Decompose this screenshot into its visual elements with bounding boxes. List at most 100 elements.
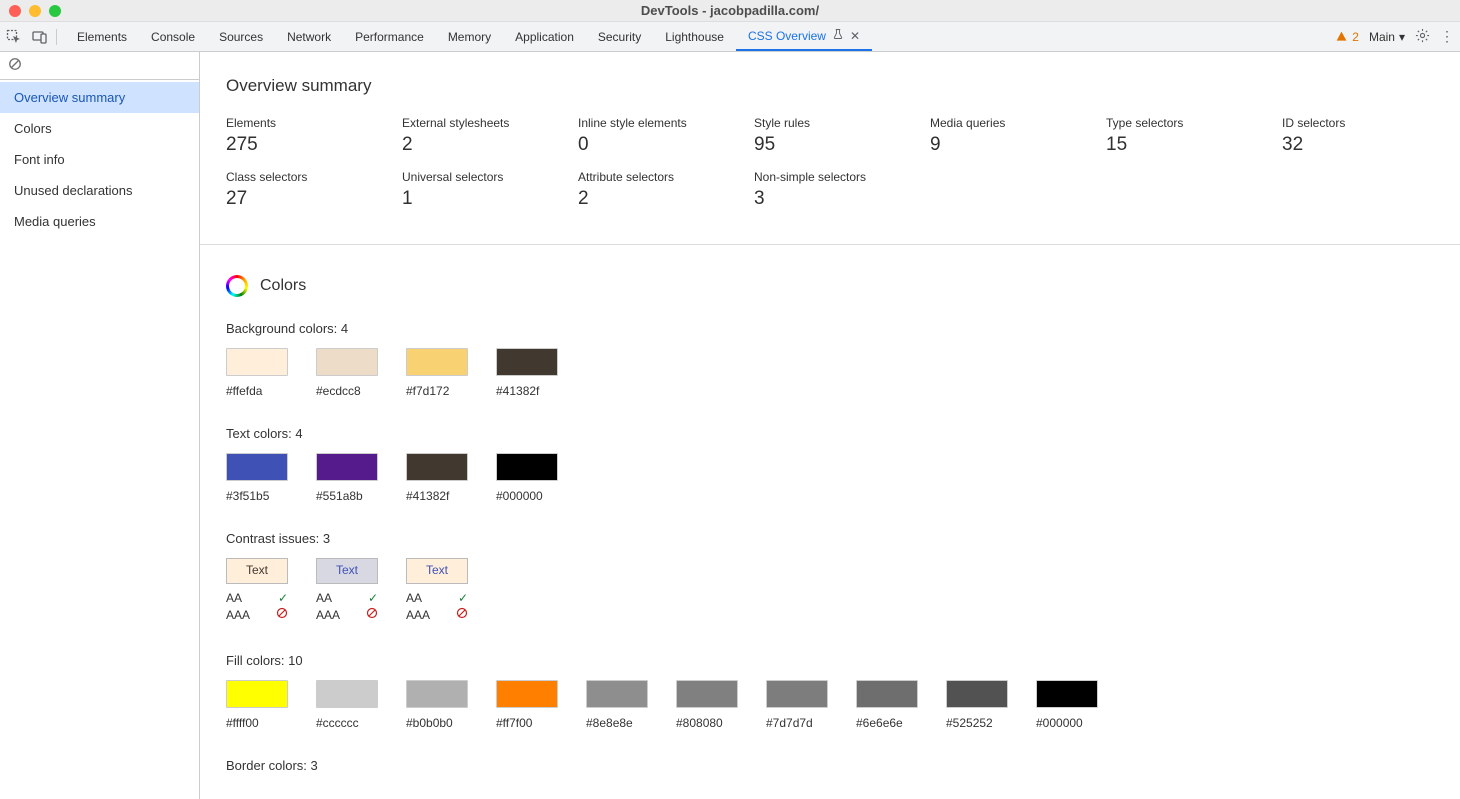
contrast-item[interactable]: TextAA✓AAA	[406, 558, 468, 625]
color-swatch	[316, 453, 378, 481]
swatch-item[interactable]: #3f51b5	[226, 453, 288, 503]
close-icon[interactable]: ✕	[850, 29, 860, 43]
color-swatch	[1036, 680, 1098, 708]
swatch-item[interactable]: #8e8e8e	[586, 680, 648, 730]
tab-memory[interactable]: Memory	[436, 22, 503, 51]
tab-css-overview[interactable]: CSS Overview ✕	[736, 22, 872, 51]
color-swatch	[226, 348, 288, 376]
color-swatch	[496, 453, 558, 481]
swatch-item[interactable]: #ecdcc8	[316, 348, 378, 398]
swatch-item[interactable]: #ffefda	[226, 348, 288, 398]
stat-value: 0	[578, 134, 730, 156]
swatch-item[interactable]: #cccccc	[316, 680, 378, 730]
swatch-item[interactable]: #000000	[496, 453, 558, 503]
swatch-item[interactable]: #f7d172	[406, 348, 468, 398]
swatch-label: #ecdcc8	[316, 384, 378, 398]
color-swatch	[316, 680, 378, 708]
color-swatch	[766, 680, 828, 708]
clear-icon[interactable]	[8, 57, 22, 74]
tab-network[interactable]: Network	[275, 22, 343, 51]
stat-cell: Media queries9	[930, 116, 1082, 156]
contrast-issues-section: Contrast issues: 3 TextAA✓AAATextAA✓AAAT…	[226, 531, 1434, 625]
section-title: Text colors: 4	[226, 426, 1434, 441]
aa-line: AA✓	[316, 590, 378, 607]
tab-application[interactable]: Application	[503, 22, 586, 51]
color-swatch	[406, 680, 468, 708]
frame-selector[interactable]: Main ▾	[1369, 30, 1405, 44]
no-entry-icon	[456, 607, 468, 624]
beaker-icon	[832, 28, 844, 43]
stat-cell: Inline style elements0	[578, 116, 730, 156]
contrast-sample: Text	[226, 558, 288, 584]
swatch-label: #6e6e6e	[856, 716, 918, 730]
tab-elements[interactable]: Elements	[65, 22, 139, 51]
stat-value: 2	[402, 134, 554, 156]
sidebar-item-media-queries[interactable]: Media queries	[0, 206, 199, 237]
swatch-item[interactable]: #41382f	[496, 348, 558, 398]
swatch-item[interactable]: #6e6e6e	[856, 680, 918, 730]
window-minimize-button[interactable]	[29, 5, 41, 17]
stat-cell: Universal selectors1	[402, 170, 554, 210]
stat-label: Class selectors	[226, 170, 378, 184]
swatch-label: #525252	[946, 716, 1008, 730]
swatch-row: #ffff00 #cccccc #b0b0b0 #ff7f00 #8e8e8e #8080…	[226, 680, 1434, 730]
color-swatch	[946, 680, 1008, 708]
swatch-item[interactable]: #41382f	[406, 453, 468, 503]
tab-console[interactable]: Console	[139, 22, 207, 51]
window-zoom-button[interactable]	[49, 5, 61, 17]
contrast-item[interactable]: TextAA✓AAA	[316, 558, 378, 625]
more-icon[interactable]: ⋮	[1440, 28, 1454, 45]
section-title: Fill colors: 10	[226, 653, 1434, 668]
tab-label: Lighthouse	[665, 30, 724, 44]
swatch-item[interactable]: #ff7f00	[496, 680, 558, 730]
devtools-toolbar: Elements Console Sources Network Perform…	[0, 22, 1460, 52]
sidebar-item-unused-declarations[interactable]: Unused declarations	[0, 175, 199, 206]
stat-cell: ID selectors32	[1282, 116, 1434, 156]
sidebar-list: Overview summary Colors Font info Unused…	[0, 80, 199, 237]
swatch-label: #808080	[676, 716, 738, 730]
stat-value: 95	[754, 134, 906, 156]
swatch-item[interactable]: #b0b0b0	[406, 680, 468, 730]
stat-label: Universal selectors	[402, 170, 554, 184]
window-close-button[interactable]	[9, 5, 21, 17]
swatch-item[interactable]: #551a8b	[316, 453, 378, 503]
sidebar-item-colors[interactable]: Colors	[0, 113, 199, 144]
aa-line: AA✓	[406, 590, 468, 607]
stat-cell: Attribute selectors2	[578, 170, 730, 210]
sidebar-item-overview-summary[interactable]: Overview summary	[0, 82, 199, 113]
color-swatch	[316, 348, 378, 376]
stat-value: 275	[226, 134, 378, 156]
tab-label: Memory	[448, 30, 491, 44]
tab-label: Sources	[219, 30, 263, 44]
sidebar-item-label: Unused declarations	[14, 183, 133, 198]
swatch-label: #000000	[496, 489, 558, 503]
contrast-item[interactable]: TextAA✓AAA	[226, 558, 288, 625]
text-colors-section: Text colors: 4 #3f51b5 #551a8b #41382f #000…	[226, 426, 1434, 503]
swatch-label: #551a8b	[316, 489, 378, 503]
contrast-sample: Text	[316, 558, 378, 584]
swatch-label: #b0b0b0	[406, 716, 468, 730]
inspect-element-icon[interactable]	[6, 29, 22, 45]
swatch-item[interactable]: #000000	[1036, 680, 1098, 730]
swatch-label: #3f51b5	[226, 489, 288, 503]
stat-label: Type selectors	[1106, 116, 1258, 130]
swatch-item[interactable]: #7d7d7d	[766, 680, 828, 730]
issues-badge[interactable]: 2	[1335, 30, 1359, 44]
tab-sources[interactable]: Sources	[207, 22, 275, 51]
swatch-item[interactable]: #808080	[676, 680, 738, 730]
tab-performance[interactable]: Performance	[343, 22, 436, 51]
sidebar-item-font-info[interactable]: Font info	[0, 144, 199, 175]
stat-label: Elements	[226, 116, 378, 130]
rainbow-ring-icon	[226, 275, 248, 297]
tab-security[interactable]: Security	[586, 22, 653, 51]
swatch-item[interactable]: #ffff00	[226, 680, 288, 730]
color-swatch	[226, 680, 288, 708]
color-swatch	[676, 680, 738, 708]
settings-gear-icon[interactable]	[1415, 28, 1430, 46]
tab-lighthouse[interactable]: Lighthouse	[653, 22, 736, 51]
swatch-item[interactable]: #525252	[946, 680, 1008, 730]
color-swatch	[496, 680, 558, 708]
device-toolbar-icon[interactable]	[32, 29, 48, 45]
issues-count: 2	[1352, 30, 1359, 44]
aaa-line: AAA	[226, 607, 288, 624]
